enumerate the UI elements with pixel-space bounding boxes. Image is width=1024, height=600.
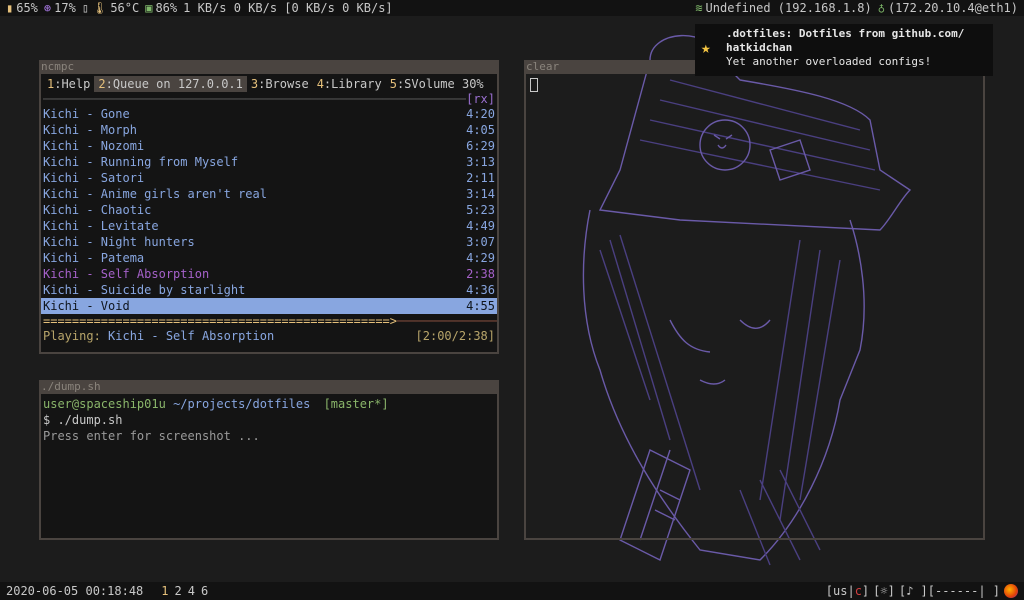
tab-queue[interactable]: 2:Queue on 127.0.0.1 xyxy=(94,76,247,92)
wifi-icon: ≋ xyxy=(695,1,703,15)
firefox-icon[interactable] xyxy=(1004,584,1018,598)
cpu-icon: ⊛ xyxy=(43,1,52,15)
notification-popup[interactable]: ★ .dotfiles: Dotfiles from github.com/ h… xyxy=(695,24,993,76)
dump-terminal-window[interactable]: ./dump.sh user@spaceship01u ~/projects/d… xyxy=(39,380,499,540)
temperature-status: ▯ 🌡 56°C xyxy=(81,1,140,15)
notification-summary: .dotfiles: Dotfiles from github.com/ hat… xyxy=(726,27,965,54)
workspace-2[interactable]: 2 xyxy=(175,584,182,598)
dump-terminal-body[interactable]: user@spaceship01u ~/projects/dotfiles [m… xyxy=(39,394,499,540)
tab-browse[interactable]: 3:Browse xyxy=(247,76,313,92)
memory-status: ▣ 86% xyxy=(145,1,178,15)
queue-row[interactable]: Kichi - Gone 4:20 xyxy=(41,106,497,122)
terminal-cursor xyxy=(530,78,538,92)
wifi-status: ≋ Undefined (192.168.1.8) xyxy=(695,1,872,15)
progress-remaining: ─────────────── xyxy=(397,314,497,328)
notification-body: Yet another overloaded configs! xyxy=(726,55,932,68)
window-title: ./dump.sh xyxy=(39,380,499,394)
status-bar-top: ▮ 65% ⊛ 17% ▯ 🌡 56°C ▣ 86% 1 KB/s 0 KB/s… xyxy=(0,0,1024,16)
brightness-indicator[interactable]: [☼] xyxy=(873,584,895,598)
cpu-status: ⊛ 17% xyxy=(43,1,76,15)
header-separator: ────────────────────────────────────────… xyxy=(43,92,495,106)
window-title: ncmpc xyxy=(39,60,499,74)
star-icon: ★ xyxy=(701,38,711,57)
tab-volume[interactable]: 5:SVolume 30% xyxy=(386,76,488,92)
ncmpc-tabs: 1:Help 2:Queue on 127.0.0.1 3:Browse 4:L… xyxy=(43,76,497,92)
queue-row[interactable]: Kichi - Chaotic 5:23 xyxy=(41,202,497,218)
queue-row[interactable]: Kichi - Satori 2:11 xyxy=(41,170,497,186)
progress-done: ========================================… xyxy=(43,314,398,328)
shell-command: $ ./dump.sh xyxy=(43,413,123,427)
shell-prompt: user@spaceship01u ~/projects/dotfiles [m… xyxy=(43,397,389,411)
battery-status: ▮ 65% xyxy=(6,1,38,15)
queue-row[interactable]: Kichi - Nozomi 6:29 xyxy=(41,138,497,154)
ethernet-icon: ♁ xyxy=(877,1,885,15)
ncmpc-body: 1:Help 2:Queue on 127.0.0.1 3:Browse 4:L… xyxy=(39,74,499,354)
queue-list: Kichi - Gone 4:20 Kichi - Morph 4:05 Kichi… xyxy=(41,106,497,314)
now-playing-time: [2:00/2:38] xyxy=(415,329,495,343)
clear-terminal-window[interactable]: clear xyxy=(524,60,985,540)
datetime: 2020-06-05 00:18:48 xyxy=(6,584,144,598)
battery-icon: ▮ xyxy=(6,1,14,15)
workspace-4[interactable]: 4 xyxy=(188,584,195,598)
workspace-6[interactable]: 6 xyxy=(201,584,208,598)
queue-row[interactable]: Kichi - Morph 4:05 xyxy=(41,122,497,138)
queue-row[interactable]: Kichi - Suicide by starlight 4:36 xyxy=(41,282,497,298)
now-playing-status: Playing: Kichi - Self Absorption [2:00/2… xyxy=(43,329,495,343)
queue-row[interactable]: Kichi - Patema 4:29 xyxy=(41,250,497,266)
workspace-1[interactable]: 1 xyxy=(161,584,168,598)
shell-output: Press enter for screenshot ... xyxy=(43,429,260,443)
status-bar-bottom: 2020-06-05 00:18:48 1 2 4 6 [us|c] [☼] [… xyxy=(0,582,1024,600)
queue-row-playing[interactable]: Kichi - Self Absorption 2:38 xyxy=(41,266,497,282)
ethernet-status: ♁ (172.20.10.4@eth1) xyxy=(877,1,1018,15)
queue-row-selected[interactable]: Kichi - Void 4:55 xyxy=(41,298,497,314)
ncmpc-window[interactable]: ncmpc 1:Help 2:Queue on 127.0.0.1 3:Brow… xyxy=(39,60,499,354)
queue-row[interactable]: Kichi - Levitate 4:49 xyxy=(41,218,497,234)
queue-row[interactable]: Kichi - Night hunters 3:07 xyxy=(41,234,497,250)
queue-row[interactable]: Kichi - Running from Myself 3:13 xyxy=(41,154,497,170)
clipboard-icon: ▯ xyxy=(81,1,90,15)
tab-library[interactable]: 4:Library xyxy=(313,76,386,92)
volume-indicator[interactable]: [♪ ][------| ] xyxy=(899,584,1000,598)
tab-help[interactable]: 1:Help xyxy=(43,76,94,92)
network-speed: 1 KB/s 0 KB/s [0 KB/s 0 KB/s] xyxy=(183,1,393,15)
repeat-random-flags: [rx] xyxy=(466,92,495,106)
thermometer-icon: 🌡 xyxy=(92,1,108,15)
clear-terminal-body[interactable] xyxy=(524,74,985,540)
now-playing-song: Kichi - Self Absorption xyxy=(108,329,275,343)
song-progress-bar[interactable]: ========================================… xyxy=(41,314,497,328)
keyboard-layout[interactable]: [us|c] xyxy=(826,584,869,598)
memory-icon: ▣ xyxy=(145,1,153,15)
queue-row[interactable]: Kichi - Anime girls aren't real 3:14 xyxy=(41,186,497,202)
